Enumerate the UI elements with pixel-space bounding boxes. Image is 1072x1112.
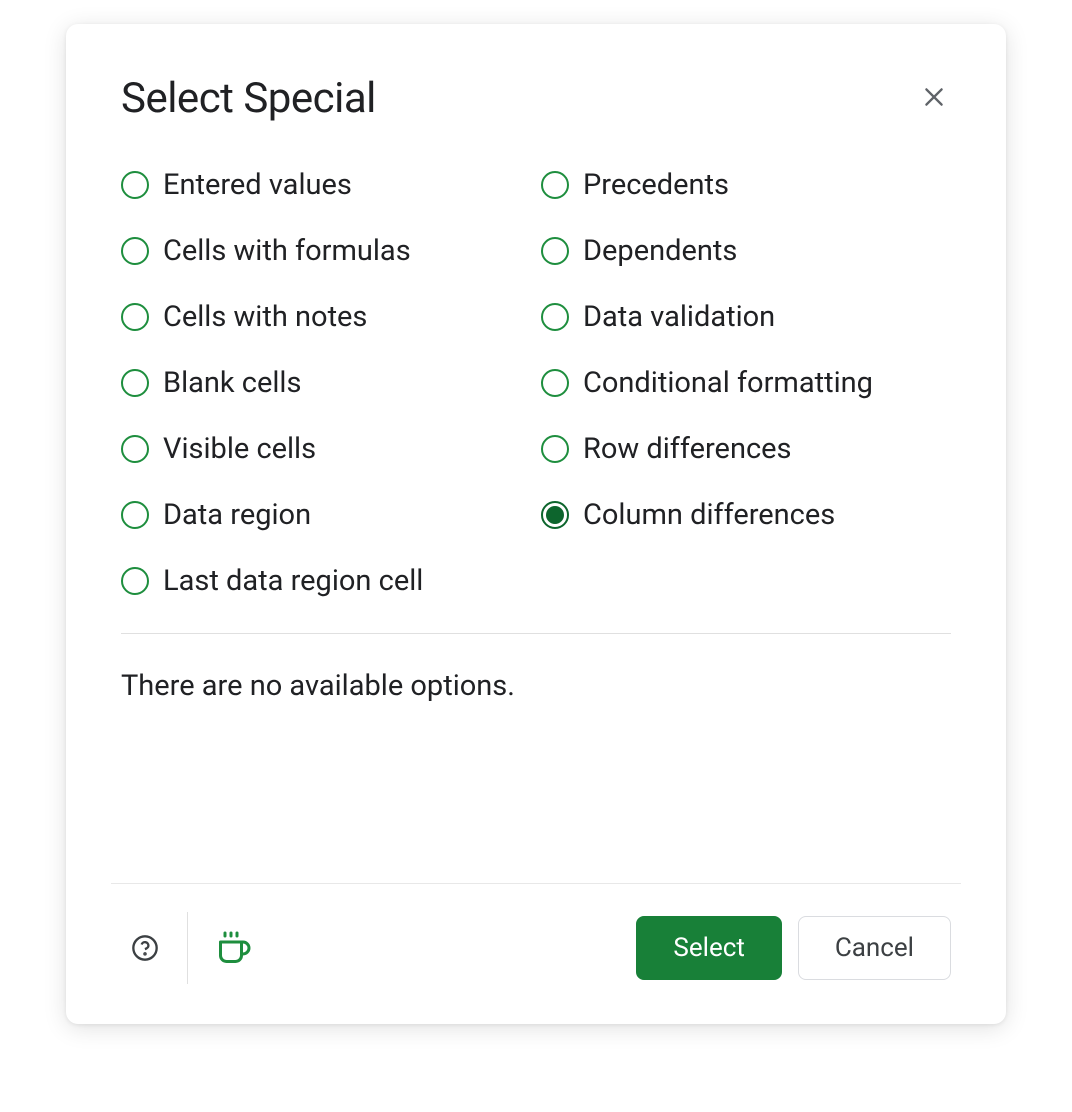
radio-label: Blank cells [163, 366, 301, 400]
radio-icon [121, 303, 149, 331]
radio-label: Entered values [163, 168, 352, 202]
help-button[interactable] [121, 924, 187, 972]
help-icon [131, 934, 159, 962]
radio-conditional-formatting[interactable]: Conditional formatting [541, 366, 951, 400]
radio-icon [541, 303, 569, 331]
radio-blank-cells[interactable]: Blank cells [121, 366, 531, 400]
radio-dependents[interactable]: Dependents [541, 234, 951, 268]
radio-label: Conditional formatting [583, 366, 873, 400]
radio-label: Cells with formulas [163, 234, 411, 268]
radio-visible-cells[interactable]: Visible cells [121, 432, 531, 466]
close-icon [921, 84, 947, 110]
coffee-icon [216, 930, 252, 966]
radio-label: Visible cells [163, 432, 316, 466]
radio-label: Row differences [583, 432, 791, 466]
radio-icon [541, 369, 569, 397]
radio-label: Precedents [583, 168, 729, 202]
radio-cells-with-notes[interactable]: Cells with notes [121, 300, 531, 334]
radio-data-region[interactable]: Data region [121, 498, 531, 532]
footer-left [121, 912, 262, 984]
dialog-header: Select Special [121, 74, 951, 123]
radio-precedents[interactable]: Precedents [541, 168, 951, 202]
radio-icon [541, 237, 569, 265]
dialog-title: Select Special [121, 74, 376, 123]
radio-label: Dependents [583, 234, 737, 268]
radio-label: Data region [163, 498, 311, 532]
radio-last-data-region-cell[interactable]: Last data region cell [121, 564, 531, 598]
radio-icon [121, 171, 149, 199]
radio-icon [121, 567, 149, 595]
select-button[interactable]: Select [636, 916, 781, 980]
radio-icon [121, 501, 149, 529]
radio-label: Column differences [583, 498, 835, 532]
radio-cells-with-formulas[interactable]: Cells with formulas [121, 234, 531, 268]
radio-icon [541, 435, 569, 463]
radio-icon [121, 237, 149, 265]
radio-label: Data validation [583, 300, 775, 334]
coffee-button[interactable] [188, 920, 262, 976]
radio-row-differences[interactable]: Row differences [541, 432, 951, 466]
dialog-footer: Select Cancel [111, 883, 961, 984]
footer-right: Select Cancel [636, 916, 951, 980]
divider [121, 633, 951, 634]
radio-icon-selected [541, 501, 569, 529]
radio-entered-values[interactable]: Entered values [121, 168, 531, 202]
radio-icon [541, 171, 569, 199]
options-grid: Entered values Precedents Cells with for… [121, 168, 951, 598]
radio-label: Cells with notes [163, 300, 367, 334]
radio-data-validation[interactable]: Data validation [541, 300, 951, 334]
info-text: There are no available options. [121, 669, 951, 703]
radio-icon [121, 435, 149, 463]
select-special-dialog: Select Special Entered values Precedents… [66, 24, 1006, 1024]
radio-column-differences[interactable]: Column differences [541, 498, 951, 532]
radio-label: Last data region cell [163, 564, 423, 598]
radio-icon [121, 369, 149, 397]
cancel-button[interactable]: Cancel [798, 916, 951, 980]
close-button[interactable] [917, 80, 951, 114]
